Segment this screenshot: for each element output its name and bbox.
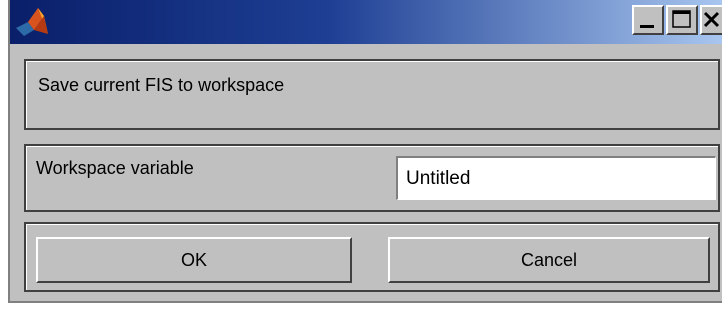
maximize-icon: [672, 10, 691, 28]
ok-button[interactable]: OK: [36, 237, 352, 283]
close-icon: [703, 11, 720, 28]
dialog-message: Save current FIS to workspace: [38, 75, 285, 95]
title-bar[interactable]: [10, 0, 722, 44]
message-panel: Save current FIS to workspace: [24, 59, 720, 130]
close-button[interactable]: [700, 5, 722, 35]
minimize-button[interactable]: [632, 5, 664, 35]
matlab-logo-icon: [16, 8, 48, 36]
workspace-variable-input[interactable]: [396, 156, 716, 200]
cancel-button[interactable]: Cancel: [388, 237, 710, 283]
variable-panel: Workspace variable: [24, 144, 720, 212]
maximize-button[interactable]: [666, 5, 698, 35]
minimize-icon: [640, 25, 654, 28]
button-panel: OK Cancel: [24, 222, 720, 292]
workspace-variable-label: Workspace variable: [36, 158, 194, 178]
dialog-window: Save current FIS to workspace Workspace …: [8, 0, 722, 303]
